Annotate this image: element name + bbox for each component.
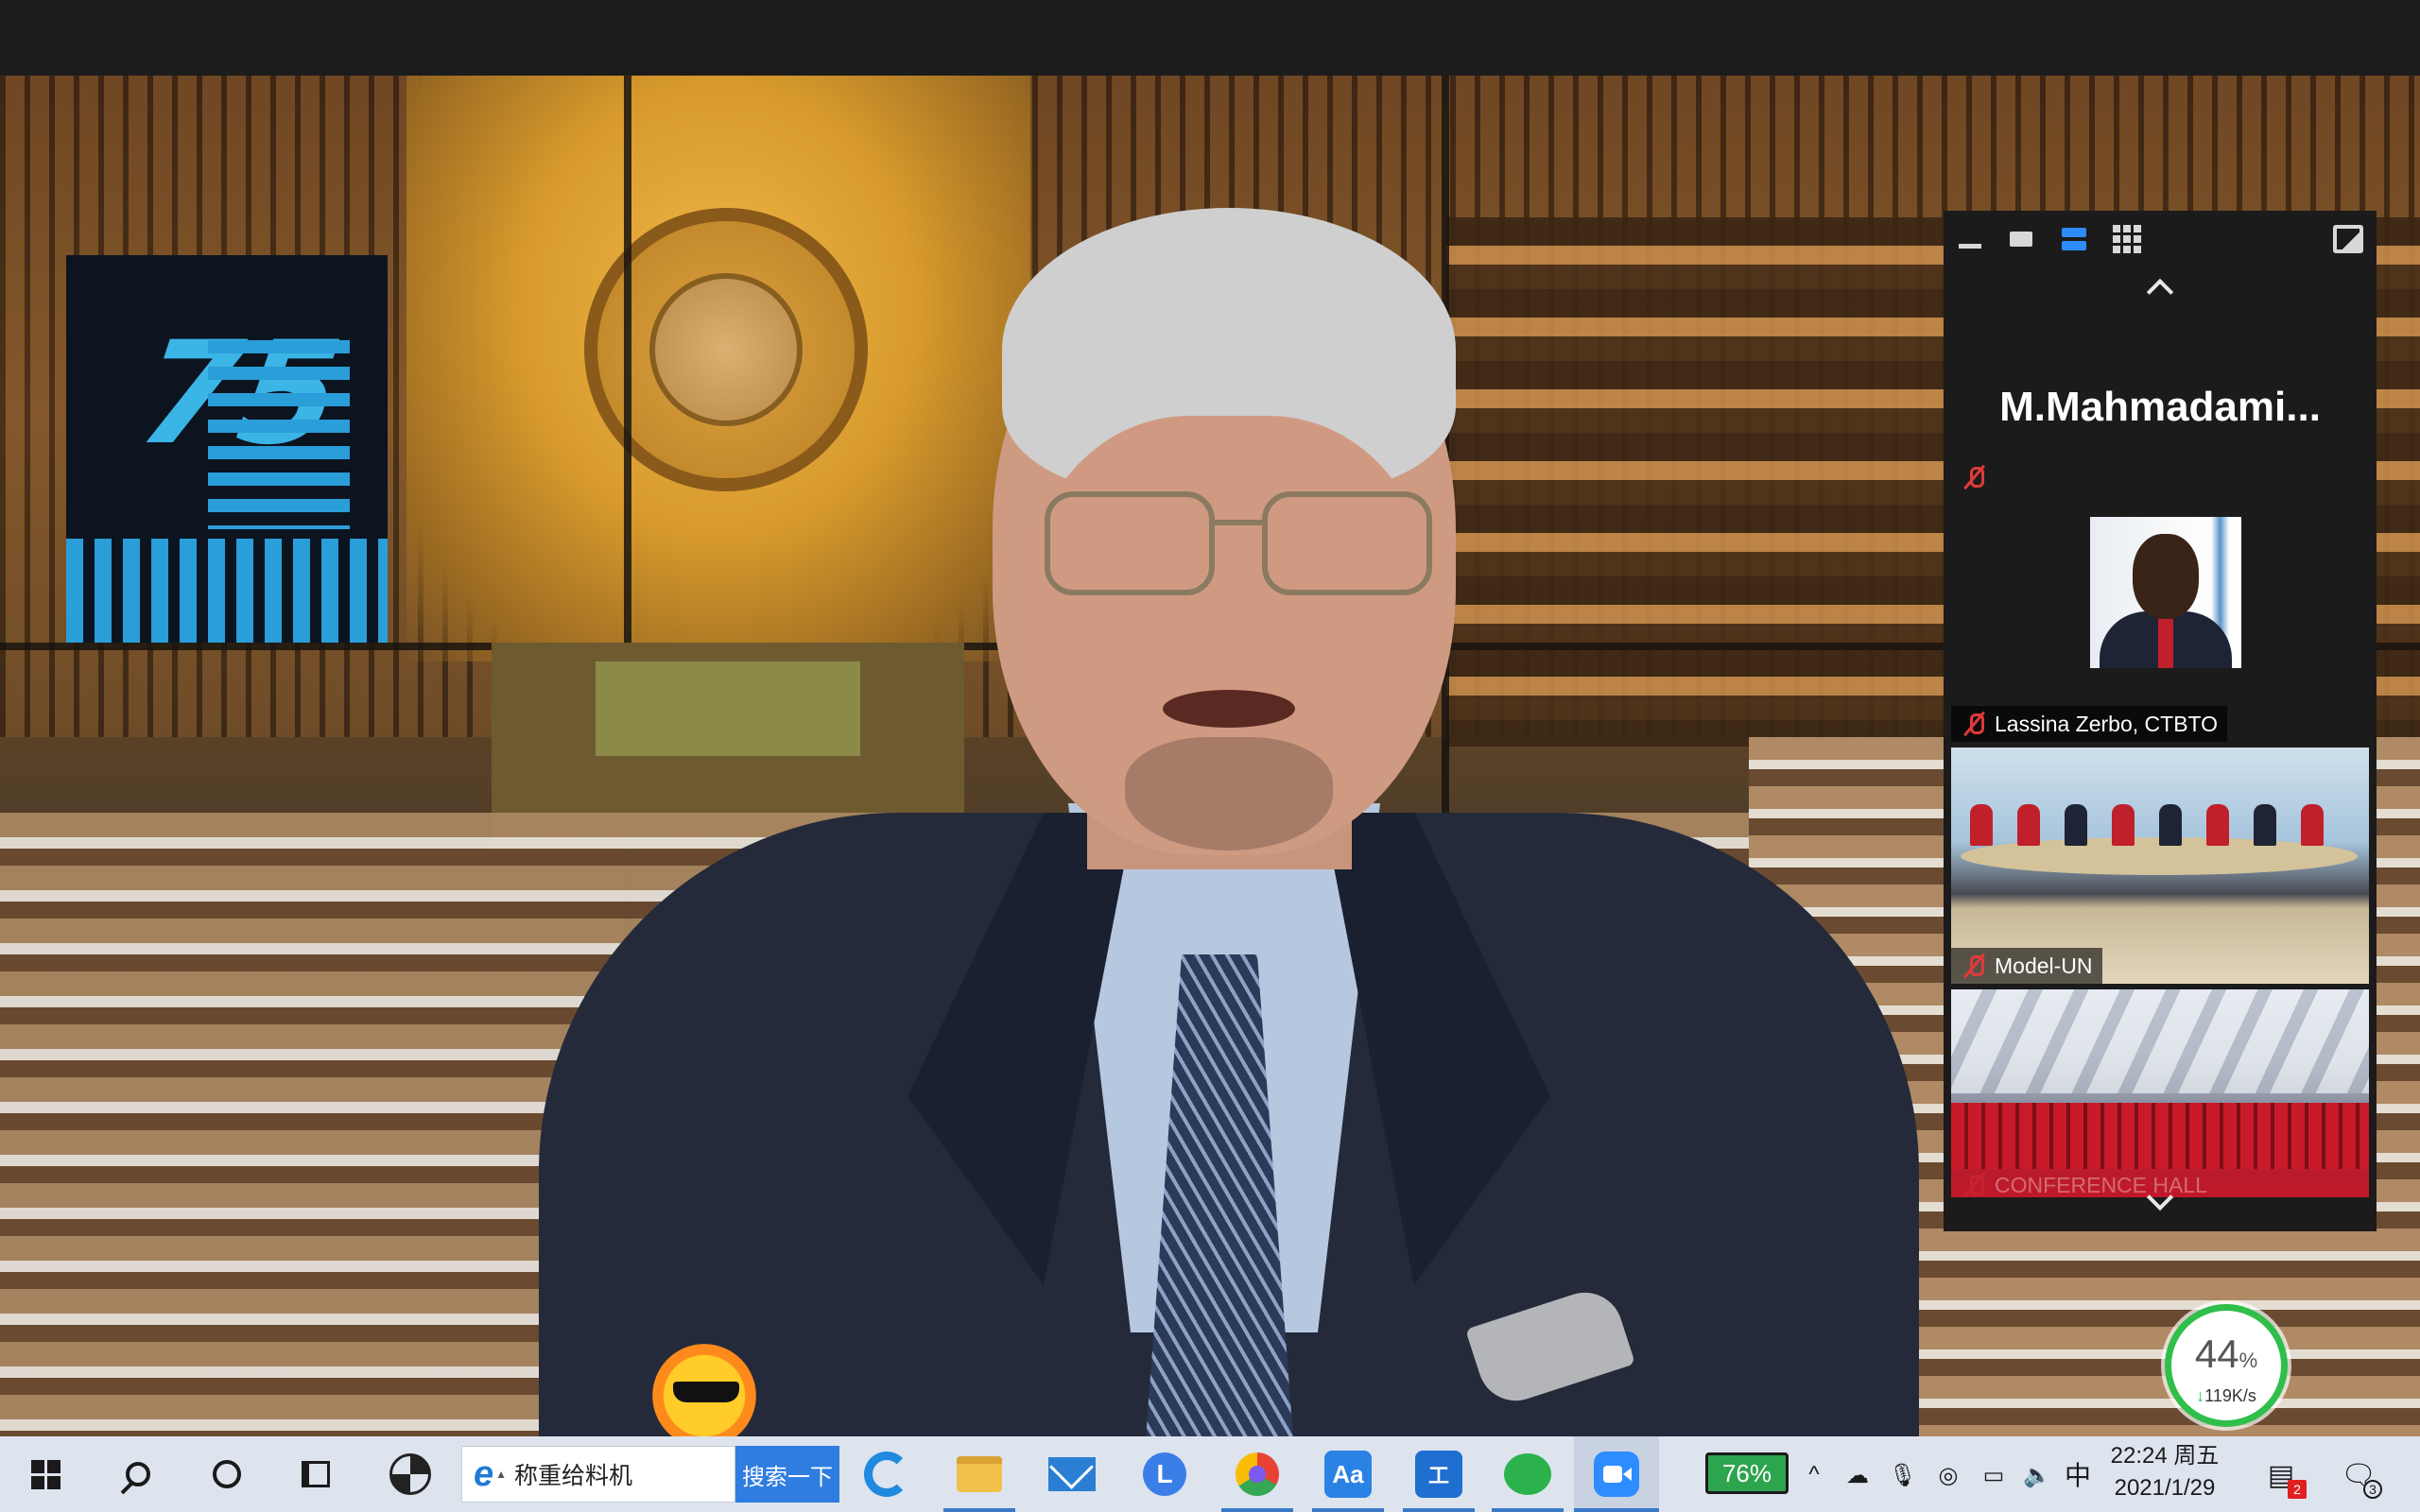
glasses-bridge (1215, 520, 1262, 525)
file-explorer-icon[interactable] (943, 1436, 1015, 1512)
un75-logo: 75 (66, 255, 388, 643)
gallery-view-icon[interactable] (2112, 224, 2142, 254)
active-indicator (943, 1508, 1015, 1512)
participant-tile[interactable]: Lassina Zerbo, CTBTO (1951, 506, 2369, 742)
participant-name: M.Mahmadami... (1999, 384, 2321, 430)
active-indicator (1403, 1508, 1475, 1512)
edge-icon[interactable] (851, 1436, 923, 1512)
active-indicator (1312, 1508, 1384, 1512)
pinwheel-icon[interactable] (374, 1436, 446, 1512)
clock[interactable]: 22:24 周五 2021/1/29 (2099, 1440, 2231, 1504)
mail-icon[interactable] (1036, 1436, 1108, 1512)
minimize-icon[interactable] (1955, 224, 1985, 254)
speaker-beard (1125, 737, 1333, 850)
participant-tile[interactable]: CONFERENCE HALL (1951, 989, 2369, 1197)
mic-muted-icon (1961, 711, 1987, 737)
rostrum (596, 662, 860, 756)
taskbar: L Aa 工 (0, 1436, 2420, 1512)
single-video-icon[interactable] (2006, 224, 2036, 254)
windows-start-icon[interactable] (9, 1436, 81, 1512)
clock-app-icon[interactable]: L (1129, 1436, 1201, 1512)
notification-badge: 3 (2363, 1480, 2382, 1499)
volume-icon[interactable]: 🔈 (2021, 1459, 2053, 1491)
memory-percent: 44% (2194, 1332, 2258, 1376)
glasses (1262, 491, 1432, 595)
dictionary-icon[interactable]: Aa (1312, 1436, 1384, 1512)
ime-indicator[interactable]: 中 (2065, 1455, 2091, 1493)
glasses (1045, 491, 1215, 595)
wechat-icon[interactable] (1492, 1436, 1564, 1512)
mic-muted-icon (1961, 464, 1987, 490)
participant-tile[interactable]: Model-UN (1951, 747, 2369, 984)
search-icon[interactable] (102, 1436, 174, 1512)
notification-badge: 2 (2288, 1480, 2307, 1499)
active-indicator (1574, 1508, 1659, 1512)
popout-icon[interactable] (2333, 224, 2363, 254)
zoom-icon[interactable] (1581, 1436, 1652, 1512)
photos-icon[interactable] (1221, 1436, 1293, 1512)
network-speed-widget[interactable]: 44% ↓119K/s (2165, 1304, 2288, 1427)
ie-icon: e (474, 1453, 494, 1494)
chevron-down-icon[interactable] (2141, 1184, 2179, 1222)
task-view-icon[interactable] (280, 1436, 352, 1512)
participant-video (1951, 989, 2369, 1197)
top-bar (0, 0, 2420, 76)
battery-percent-badge[interactable]: 76% (1705, 1452, 1789, 1494)
participant-name: Lassina Zerbo, CTBTO (1995, 711, 2219, 736)
cortana-icon[interactable] (191, 1436, 263, 1512)
clock-time: 22:24 周五 (2110, 1443, 2220, 1469)
download-rate: ↓119K/s (2196, 1386, 2256, 1405)
participants-panel: M.Mahmadami... Lassina Zerbo, CTBTO Mode… (1944, 211, 2377, 1231)
participant-label: Lassina Zerbo, CTBTO (1951, 706, 2228, 742)
strip-view-icon[interactable] (2059, 224, 2089, 254)
speaker-mouth (1163, 690, 1295, 728)
security-icon[interactable]: ◎ (1932, 1459, 1964, 1491)
active-indicator (1221, 1508, 1293, 1512)
sunglasses (673, 1382, 739, 1402)
caret-up-icon: ▲ (495, 1468, 508, 1481)
mic-muted-icon (1961, 1172, 1987, 1197)
search-button[interactable]: 搜索一下 (735, 1446, 839, 1503)
chevron-up-icon[interactable]: ^ (1798, 1459, 1830, 1491)
panel-toolbar (1944, 211, 2377, 267)
pen-icon[interactable]: 工 (1403, 1436, 1475, 1512)
mic-muted-icon (1961, 953, 1987, 979)
battery-icon[interactable]: ▭ (1978, 1459, 2010, 1491)
clock-date: 2021/1/29 (2114, 1475, 2216, 1501)
ie-search-box[interactable]: e ▲ 称重给料机 (461, 1446, 735, 1503)
active-indicator (1492, 1508, 1564, 1512)
onedrive-icon[interactable]: ☁ (1841, 1459, 1874, 1491)
participant-label: Model-UN (1951, 948, 2102, 984)
microphone-icon[interactable]: 🎙 (1887, 1459, 1919, 1491)
participant-name: Model-UN (1995, 953, 2093, 978)
participant-photo (2090, 517, 2241, 668)
chevron-up-icon[interactable] (2141, 269, 2179, 307)
search-query: 称重给料机 (514, 1463, 633, 1489)
participant-tile[interactable]: M.Mahmadami... (1951, 313, 2369, 502)
